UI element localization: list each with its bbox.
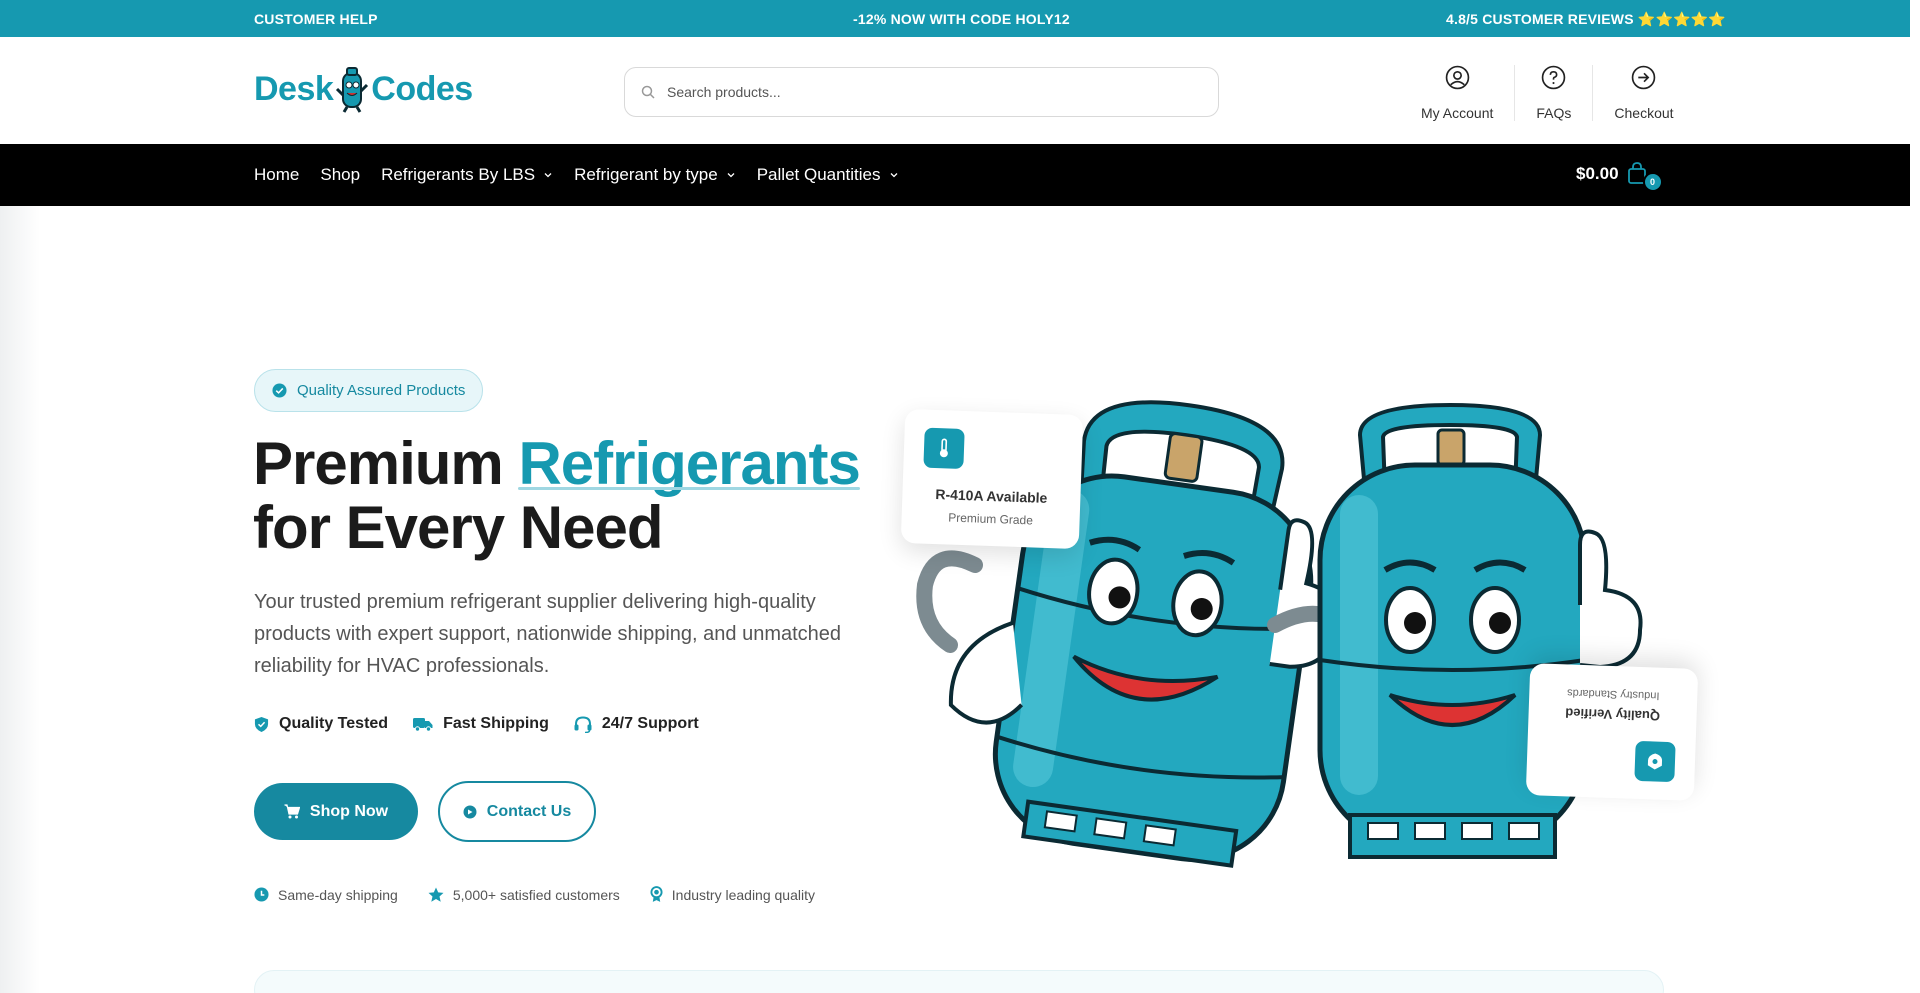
truck-icon	[413, 717, 433, 732]
nav-pallet-quantities-label: Pallet Quantities	[756, 165, 881, 184]
quality-verified-card: Quality Verified Industry Standards	[1525, 663, 1699, 801]
checkout-link[interactable]: Checkout	[1592, 65, 1694, 121]
star-icon	[428, 887, 444, 902]
feature-support: 24/7 Support	[574, 715, 699, 733]
nav-refrigerants-by-lbs[interactable]: Refrigerants By LBS	[381, 165, 553, 185]
trust-indicators: Same-day shipping 5,000+ satisfied custo…	[254, 886, 815, 903]
customer-help-link[interactable]: CUSTOMER HELP	[254, 11, 378, 27]
nav-shop-label: Shop	[320, 165, 361, 184]
trust-satisfied-customers: 5,000+ satisfied customers	[428, 886, 620, 903]
clock-icon	[254, 887, 269, 902]
thermometer-icon	[923, 427, 965, 469]
trust-industry-quality-label: Industry leading quality	[671, 886, 815, 903]
main-navigation: Home Shop Refrigerants By LBS Refrigeran…	[0, 144, 1920, 206]
award-icon	[1634, 740, 1676, 783]
search-bar[interactable]	[624, 67, 1219, 117]
shield-check-icon	[254, 716, 269, 732]
search-icon	[641, 85, 655, 99]
trust-satisfied-customers-label: 5,000+ satisfied customers	[452, 886, 620, 903]
nav-home-label: Home	[254, 165, 300, 184]
quality-verified-subtitle: Industry Standards	[1566, 686, 1660, 702]
feature-fast-shipping: Fast Shipping	[413, 715, 549, 733]
chevron-down-icon	[890, 173, 897, 178]
trust-industry-quality: Industry leading quality	[650, 886, 815, 903]
feature-list: Quality Tested Fast Shipping 24/7 Suppor…	[254, 715, 699, 733]
trust-same-day-shipping-label: Same-day shipping	[278, 886, 398, 903]
headline-accent: Refrigerants	[518, 430, 861, 497]
nav-refrigerant-by-type[interactable]: Refrigerant by type	[574, 165, 736, 185]
next-section-card	[254, 970, 1664, 993]
headline-part2: for Every Need	[253, 494, 664, 561]
headset-icon	[574, 715, 592, 733]
nav-shop[interactable]: Shop	[320, 165, 360, 185]
faqs-link[interactable]: FAQs	[1514, 65, 1592, 121]
search-input[interactable]	[667, 84, 1187, 100]
cart-button[interactable]: $0.00 0	[1576, 162, 1663, 192]
site-header: Desk Codes My Account	[0, 37, 1910, 144]
feature-quality-tested: Quality Tested	[254, 715, 388, 733]
trust-same-day-shipping: Same-day shipping	[254, 886, 398, 903]
headline-part1: Premium	[253, 430, 519, 497]
header-account-links: My Account FAQs Checkout	[1400, 65, 1695, 123]
chat-bubble-icon	[463, 805, 477, 818]
feature-fast-shipping-label: Fast Shipping	[443, 715, 549, 732]
logo-text-desk: Desk	[254, 69, 334, 108]
question-icon	[1542, 65, 1566, 90]
promo-message: -12% NOW WITH CODE HOLY12	[853, 11, 1070, 27]
hero-headline: Premium Refrigerants for Every Need	[253, 430, 861, 561]
r410a-info-card: R-410A Available Premium Grade	[900, 408, 1084, 550]
chevron-down-icon	[727, 173, 735, 178]
my-account-label: My Account	[1421, 105, 1494, 121]
check-badge-icon	[272, 383, 287, 398]
checkout-label: Checkout	[1614, 105, 1674, 121]
nav-pallet-quantities[interactable]: Pallet Quantities	[757, 165, 899, 185]
feature-support-label: 24/7 Support	[601, 715, 699, 732]
hero-description: Your trusted premium refrigerant supplie…	[254, 591, 842, 677]
cart-icon	[284, 804, 300, 819]
site-logo[interactable]: Desk Codes	[254, 64, 473, 114]
logo-text-codes: Codes	[371, 69, 473, 108]
contact-us-button[interactable]: Contact Us	[438, 781, 596, 842]
cylinder-mascot-icon	[336, 67, 369, 113]
reviews-message: 4.8/5 CUSTOMER REVIEWS ⭐⭐⭐⭐⭐	[1446, 11, 1726, 27]
r410a-subtitle: Premium Grade	[948, 510, 1034, 528]
quality-badge-label: Quality Assured Products	[297, 382, 466, 399]
user-icon	[1445, 65, 1469, 90]
faqs-label: FAQs	[1536, 105, 1572, 121]
quality-verified-title: Quality Verified	[1565, 705, 1661, 724]
shop-now-label: Shop Now	[309, 802, 389, 820]
page-edge	[1910, 0, 1920, 993]
cart-count-badge: 0	[1642, 172, 1663, 192]
quality-badge: Quality Assured Products	[254, 369, 484, 412]
nav-refrigerant-by-type-label: Refrigerant by type	[574, 165, 718, 184]
shop-now-button[interactable]: Shop Now	[254, 783, 418, 840]
r410a-title: R-410A Available	[935, 486, 1048, 506]
chevron-down-icon	[544, 173, 552, 178]
contact-us-label: Contact Us	[486, 802, 572, 820]
feature-quality-tested-label: Quality Tested	[279, 715, 389, 732]
announcement-bar: CUSTOMER HELP -12% NOW WITH CODE HOLY12 …	[0, 0, 1910, 37]
award-icon	[650, 886, 663, 902]
cart-total: $0.00	[1576, 164, 1619, 183]
nav-refrigerants-by-lbs-label: Refrigerants By LBS	[381, 165, 536, 184]
arrow-right-circle-icon	[1632, 65, 1656, 90]
my-account-link[interactable]: My Account	[1400, 65, 1514, 121]
nav-home[interactable]: Home	[254, 165, 299, 185]
